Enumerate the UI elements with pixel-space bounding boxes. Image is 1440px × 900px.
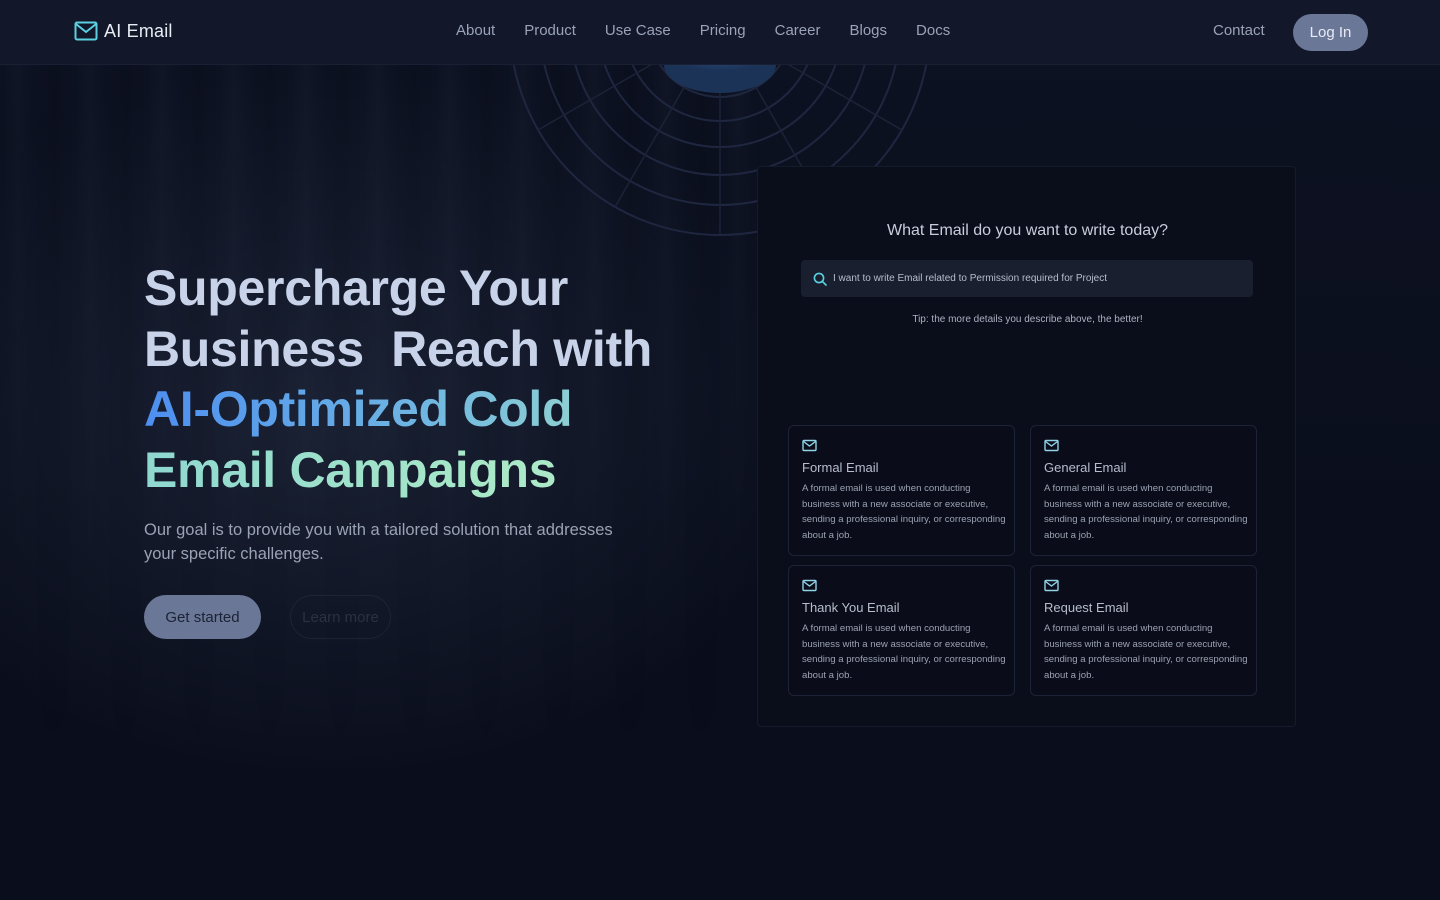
mail-icon (1044, 439, 1059, 452)
login-button[interactable]: Log In (1293, 14, 1368, 51)
email-type-card-general[interactable]: General Email A formal email is used whe… (1030, 425, 1257, 556)
top-navbar: AI Email About Product Use Case Pricing … (0, 0, 1440, 65)
nav-link-use-case[interactable]: Use Case (605, 22, 671, 39)
email-type-card-request[interactable]: Request Email A formal email is used whe… (1030, 565, 1257, 696)
hero-subtitle: Our goal is to provide you with a tailor… (144, 521, 613, 563)
panel-title: What Email do you want to write today? (886, 222, 1169, 239)
email-type-card-thank-you[interactable]: Thank You Email A formal email is used w… (788, 565, 1015, 696)
brand-name: AI Email (104, 20, 173, 41)
card-title: Formal Email (802, 460, 879, 475)
nav-link-contact[interactable]: Contact (1213, 22, 1265, 39)
hero-title-line: Supercharge Your (144, 260, 569, 316)
nav-links: About Product Use Case Pricing Career Bl… (456, 22, 979, 39)
email-prompt-input[interactable]: I want to write Email related to Permiss… (801, 260, 1253, 297)
brand-logo[interactable]: AI Email (74, 20, 173, 42)
nav-link-docs[interactable]: Docs (916, 22, 950, 39)
card-title: Request Email (1044, 600, 1129, 615)
card-description: A formal email is used when conducting b… (1044, 483, 1248, 541)
mail-icon (1044, 579, 1059, 592)
email-type-card-formal[interactable]: Formal Email A formal email is used when… (788, 425, 1015, 556)
search-icon (813, 272, 827, 286)
card-title: Thank You Email (802, 600, 900, 615)
hero-title-highlight: AI-Optimized Cold (144, 379, 704, 440)
prompt-tip: Tip: the more details you describe above… (912, 314, 1143, 325)
hero-title-line: Business Reach with (144, 320, 653, 377)
nav-link-blogs[interactable]: Blogs (849, 22, 887, 39)
email-writer-panel: What Email do you want to write today? I… (757, 166, 1296, 727)
card-description: A formal email is used when conducting b… (802, 623, 1006, 681)
card-description: A formal email is used when conducting b… (1044, 623, 1248, 681)
card-title: General Email (1044, 460, 1127, 475)
mail-icon (74, 21, 98, 41)
mail-icon (802, 579, 817, 592)
bottom-fade (0, 760, 1440, 900)
nav-link-career[interactable]: Career (775, 22, 821, 39)
nav-link-product[interactable]: Product (524, 22, 576, 39)
learn-more-button[interactable]: Learn more (290, 595, 391, 639)
card-description: A formal email is used when conducting b… (802, 483, 1006, 541)
email-prompt-value: I want to write Email related to Permiss… (833, 273, 1107, 284)
landing-page: AI Email About Product Use Case Pricing … (0, 0, 1440, 900)
get-started-button[interactable]: Get started (144, 595, 261, 639)
hero-title-highlight: Email Campaigns (144, 440, 704, 501)
nav-link-pricing[interactable]: Pricing (700, 22, 746, 39)
hero-title: Supercharge Your Business Reach with AI-… (144, 258, 704, 500)
mail-icon (802, 439, 817, 452)
nav-link-about[interactable]: About (456, 22, 495, 39)
